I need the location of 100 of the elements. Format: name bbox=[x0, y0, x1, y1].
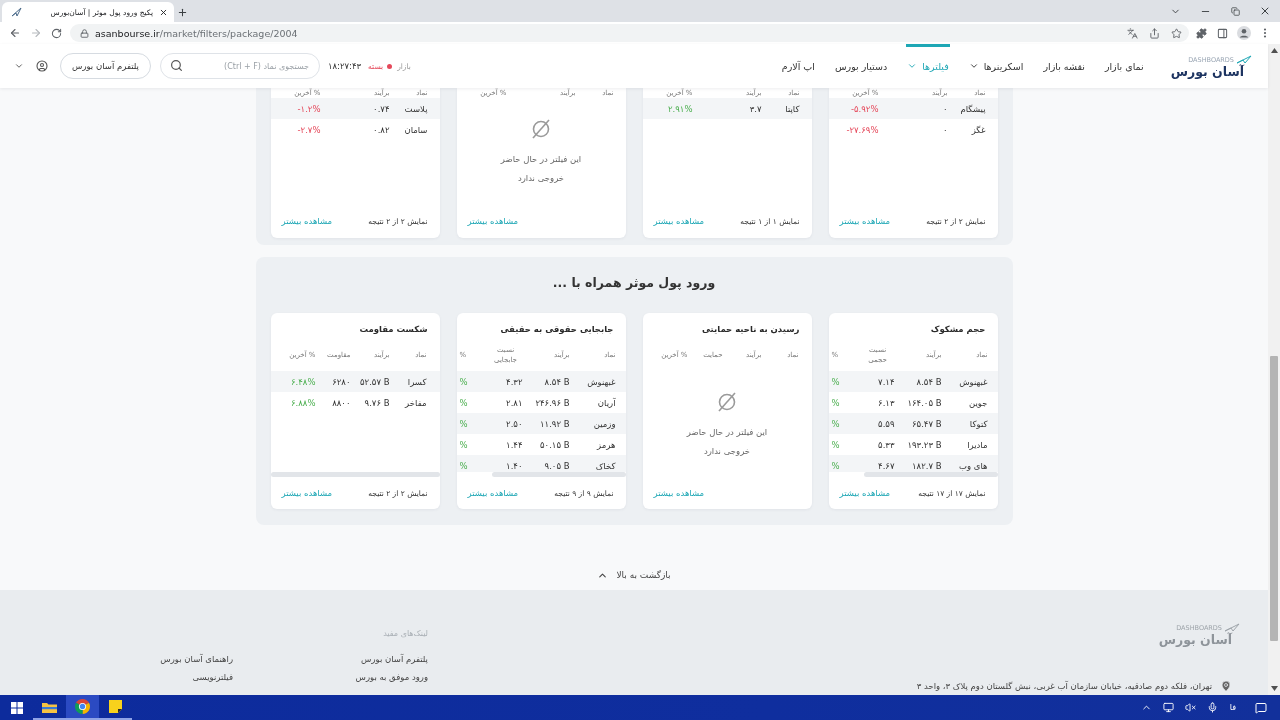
change-cell: ۶.۴۸% bbox=[291, 376, 316, 387]
chevron-down-icon[interactable] bbox=[14, 61, 24, 71]
change-cell: % bbox=[831, 397, 840, 408]
back-icon[interactable] bbox=[8, 27, 21, 39]
table-cell: ۶۲۸۰ bbox=[332, 376, 351, 387]
close-icon[interactable] bbox=[159, 7, 168, 17]
reload-icon[interactable] bbox=[51, 27, 62, 39]
nav-item[interactable]: اسکرینرها bbox=[967, 44, 1025, 88]
horizontal-scrollbar[interactable] bbox=[270, 472, 440, 477]
table-cell: ۵۰.۱۵ B bbox=[540, 439, 570, 450]
footer-link[interactable]: پلتفرم آسان بورس bbox=[361, 652, 428, 666]
table-cell: مفاخر bbox=[405, 397, 427, 408]
muted-speaker-icon[interactable] bbox=[1185, 702, 1197, 713]
table-cell: ۱۱.۹۲ B bbox=[540, 418, 570, 429]
table-cell: هرمز bbox=[597, 439, 616, 450]
sticky-note-icon[interactable] bbox=[109, 700, 122, 713]
translate-icon[interactable] bbox=[1127, 27, 1138, 39]
search-field[interactable]: جستجوی نماد (Ctrl + F) bbox=[159, 53, 320, 79]
change-cell: ۲.۹۱% bbox=[668, 103, 693, 114]
table-cell: غگز bbox=[971, 124, 986, 135]
change-cell: ۶.۸۸% bbox=[291, 397, 316, 408]
monitor-icon[interactable] bbox=[1163, 702, 1175, 713]
table-cell: ۵.۵۹ bbox=[878, 418, 895, 429]
table-cell: ۰ bbox=[942, 103, 948, 114]
table-cell: غبهنوش bbox=[587, 376, 616, 387]
logo-plane-icon bbox=[1236, 54, 1252, 64]
table-cell: ۱۹۳.۲۳ B bbox=[907, 439, 942, 450]
nav-item[interactable]: نمای بازار bbox=[1103, 44, 1145, 88]
puzzle-icon[interactable] bbox=[1196, 27, 1207, 39]
logo-wordmark: آسان بورس bbox=[1170, 63, 1244, 79]
nav-item[interactable]: اپ آلارم bbox=[780, 44, 816, 88]
table-cell: ۵۲.۵۷ B bbox=[360, 376, 390, 387]
table-cell: ۳.۷ bbox=[749, 103, 762, 114]
change-cell: -۱.۲% bbox=[297, 103, 321, 114]
table-cell: ۴.۳۲ bbox=[506, 376, 523, 387]
change-cell: % bbox=[831, 460, 840, 471]
language-indicator[interactable]: فا bbox=[1229, 703, 1236, 712]
windows-start-icon[interactable] bbox=[10, 701, 23, 714]
profile-icon[interactable] bbox=[1236, 26, 1251, 40]
new-tab-icon[interactable] bbox=[176, 6, 188, 18]
table-cell: ۸۸۰۰ bbox=[332, 397, 351, 408]
table-cell: ۹.۷۶ B bbox=[364, 397, 390, 408]
restore-icon[interactable] bbox=[1230, 6, 1240, 16]
change-cell: % bbox=[459, 418, 468, 429]
table-cell: وزمین bbox=[593, 418, 616, 429]
microphone-icon[interactable] bbox=[1207, 702, 1219, 713]
table-cell: ۹.۰۵ B bbox=[544, 460, 570, 471]
table-cell: پلاست bbox=[404, 103, 428, 114]
speech-bubble-icon[interactable] bbox=[1255, 701, 1267, 714]
address-bar[interactable]: asanbourse.ir/market/filters/package/2004 bbox=[70, 24, 1189, 42]
table-cell: ۰.۷۴ bbox=[373, 103, 390, 114]
folder-icon[interactable] bbox=[42, 700, 57, 713]
user-icon[interactable] bbox=[36, 60, 48, 72]
footer-link[interactable]: راهنمای آسان بورس bbox=[160, 652, 233, 666]
side-panel-icon[interactable] bbox=[1217, 27, 1228, 39]
close-icon[interactable] bbox=[1259, 5, 1271, 17]
change-cell: % bbox=[459, 460, 468, 471]
scroll-up-icon[interactable] bbox=[1270, 48, 1278, 53]
table-cell: کخاک bbox=[595, 460, 616, 471]
change-cell: -۲.۷% bbox=[297, 124, 321, 135]
share-icon[interactable] bbox=[1149, 27, 1160, 39]
section-title: ورود پول موثر همراه با ... bbox=[552, 274, 716, 292]
card-title: جابجایی حقوقی به حقیقی bbox=[500, 323, 614, 335]
table-cell: های وب bbox=[958, 460, 988, 471]
table-cell: ۸.۵۴ B bbox=[916, 376, 942, 387]
links-heading: لینک‌های مفید bbox=[383, 628, 428, 640]
card-title: حجم مشکوک bbox=[930, 323, 986, 335]
table-cell: ۲۴۶.۹۶ B bbox=[535, 397, 570, 408]
table-cell: پیشگام bbox=[960, 103, 986, 114]
table-cell: ۶.۱۳ bbox=[878, 397, 895, 408]
url-text: asanbourse.ir/market/filters/package/2004 bbox=[95, 27, 298, 39]
lock-icon bbox=[80, 28, 89, 38]
chrome-icon[interactable] bbox=[75, 699, 90, 714]
table-cell: ۱.۴۴ bbox=[506, 439, 523, 450]
table-cell: مادیرا bbox=[967, 439, 988, 450]
table-cell: ۴.۶۷ bbox=[878, 460, 895, 471]
table-cell: ۸.۵۴ B bbox=[544, 376, 570, 387]
change-cell: % bbox=[459, 439, 468, 450]
table-cell: ۱.۴۰ bbox=[506, 460, 523, 471]
table-cell: ۱۶۴.۰۵ B bbox=[907, 397, 942, 408]
table-cell: کتوکا bbox=[969, 418, 988, 429]
star-icon[interactable] bbox=[1171, 27, 1182, 39]
table-cell: آریان bbox=[597, 397, 616, 408]
horizontal-scrollbar[interactable] bbox=[864, 472, 998, 477]
scroll-down-icon[interactable] bbox=[1270, 686, 1278, 691]
nav-item[interactable]: دستیار بورس bbox=[833, 44, 889, 88]
card-title: شکست مقاومت bbox=[359, 323, 428, 335]
change-cell: % bbox=[831, 439, 840, 450]
empty-message: این فیلتر در حال حاضر خروجی ندارد bbox=[500, 153, 582, 185]
footer-logo-plane-icon bbox=[1224, 623, 1240, 632]
taskbar-app[interactable] bbox=[66, 695, 99, 720]
platform-button[interactable]: پلتفرم آسان بورس bbox=[60, 53, 151, 79]
empty-set-icon bbox=[530, 118, 552, 140]
horizontal-scrollbar[interactable] bbox=[492, 472, 626, 477]
change-cell: % bbox=[831, 376, 840, 387]
back-to-top-link[interactable]: بازگشت به بالا bbox=[595, 569, 673, 581]
scrollbar-thumb[interactable] bbox=[1270, 356, 1278, 641]
footer-link[interactable]: ورود موفق به بورس bbox=[355, 670, 428, 684]
nav-item[interactable]: نقشه بازار bbox=[1042, 44, 1086, 88]
footer-link[interactable]: فیلترنویسی bbox=[192, 670, 233, 684]
